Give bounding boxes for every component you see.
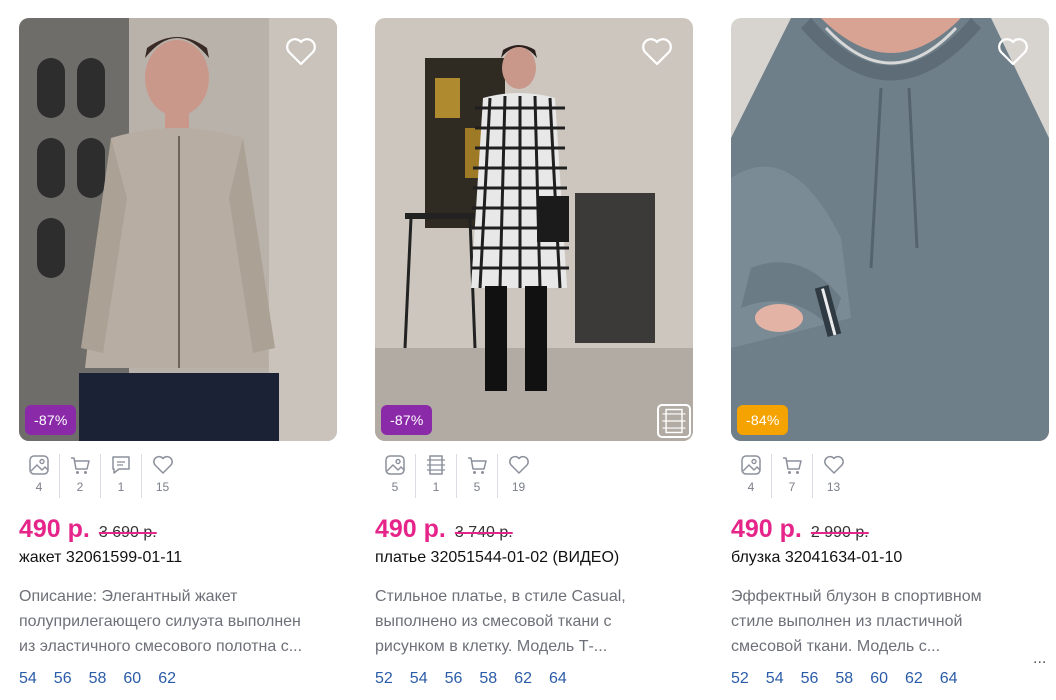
image-icon: [385, 455, 405, 475]
more-sizes-ellipsis[interactable]: ...: [1033, 650, 1046, 668]
photos-count: 4: [747, 480, 755, 494]
size-option[interactable]: 56: [801, 670, 819, 688]
heart-outline-icon: [152, 455, 173, 474]
size-list: 52 54 56 58 60 62 64: [731, 670, 975, 688]
discount-badge: -87%: [25, 405, 77, 435]
film-icon: [427, 455, 445, 475]
product-title[interactable]: платье 32051544-01-02 (ВИДЕО): [375, 549, 619, 567]
size-option[interactable]: 58: [479, 670, 497, 688]
price-row: 490 р. 2 990 р.: [731, 515, 869, 544]
likes-stat[interactable]: 13: [813, 454, 854, 498]
size-option[interactable]: 62: [905, 670, 923, 688]
likes-count: 13: [826, 480, 841, 494]
description-line: смесовой ткани. Модель с...: [731, 638, 941, 655]
heart-icon[interactable]: [285, 36, 317, 68]
product-title[interactable]: блузка 32041634-01-10: [731, 549, 902, 567]
description-line: Эффектный блузон в спортивном: [731, 588, 982, 605]
description-line: Описание: Элегантный жакет: [19, 588, 238, 605]
product-card[interactable]: -87% 4 2 1 15 490 р. 3 690 р. жакет 3206…: [19, 18, 337, 700]
discount-badge: -84%: [737, 405, 789, 435]
size-option[interactable]: 54: [410, 670, 428, 688]
likes-stat[interactable]: 19: [498, 454, 539, 498]
product-title[interactable]: жакет 32061599-01-11: [19, 549, 182, 567]
cart-icon: [468, 457, 487, 474]
size-option[interactable]: 62: [514, 670, 532, 688]
size-option[interactable]: 64: [940, 670, 958, 688]
product-photo[interactable]: -84%: [731, 18, 1049, 441]
size-option[interactable]: 56: [445, 670, 463, 688]
price-row: 490 р. 3 740 р.: [375, 515, 513, 544]
description-line: стиле выполнен из пластичной: [731, 613, 963, 630]
size-option[interactable]: 58: [835, 670, 853, 688]
photos-count: 5: [391, 480, 399, 494]
current-price: 490 р.: [375, 515, 446, 543]
old-price: 3 690 р.: [98, 524, 157, 541]
current-price: 490 р.: [19, 515, 90, 543]
description-line: полуприлегающего силуэта выполнен: [19, 613, 301, 630]
heart-outline-icon: [823, 455, 844, 474]
old-price: 3 740 р.: [454, 524, 513, 541]
cart-count: 5: [473, 480, 481, 494]
image-icon: [741, 455, 761, 475]
discount-badge: -87%: [381, 405, 433, 435]
cart-icon: [71, 457, 90, 474]
size-option[interactable]: 52: [731, 670, 749, 688]
current-price: 490 р.: [731, 515, 802, 543]
stats-bar: 4 2 1 15: [19, 454, 183, 498]
likes-stat[interactable]: 15: [142, 454, 183, 498]
size-option[interactable]: 60: [870, 670, 888, 688]
product-image-blouse: [731, 18, 1049, 441]
cart-icon: [783, 457, 802, 474]
heart-icon[interactable]: [997, 36, 1029, 68]
size-option[interactable]: 62: [158, 670, 176, 688]
cart-count: 7: [788, 480, 796, 494]
photos-stat[interactable]: 4: [19, 454, 60, 498]
stats-bar: 4 7 13: [731, 454, 854, 498]
product-card[interactable]: -87% 5 1 5 19 490 р. 3 740 р. платье 320…: [375, 18, 693, 700]
product-description: Описание: Элегантный жакет полуприлегающ…: [19, 584, 339, 659]
size-option[interactable]: 54: [766, 670, 784, 688]
description-line: из эластичного смесового полотна с...: [19, 638, 303, 655]
product-photo[interactable]: -87%: [375, 18, 693, 441]
photos-stat[interactable]: 4: [731, 454, 772, 498]
size-option[interactable]: 56: [54, 670, 72, 688]
stats-bar: 5 1 5 19: [375, 454, 539, 498]
video-icon[interactable]: [657, 404, 691, 438]
cart-stat[interactable]: 2: [60, 454, 101, 498]
likes-count: 15: [155, 480, 170, 494]
old-price: 2 990 р.: [810, 524, 869, 541]
photos-count: 4: [35, 480, 43, 494]
size-option[interactable]: 64: [549, 670, 567, 688]
product-image-jacket: [19, 18, 337, 441]
videos-count: 1: [432, 480, 440, 494]
likes-count: 19: [511, 480, 526, 494]
size-list: 52 54 56 58 62 64: [375, 670, 584, 688]
product-grid: -87% 4 2 1 15 490 р. 3 690 р. жакет 3206…: [0, 0, 1056, 700]
description-line: выполнено из смесовой ткани с: [375, 613, 612, 630]
size-option[interactable]: 52: [375, 670, 393, 688]
product-description: Стильное платье, в стиле Casual, выполне…: [375, 584, 695, 659]
image-icon: [29, 455, 49, 475]
product-image-dress: [375, 18, 693, 441]
photos-stat[interactable]: 5: [375, 454, 416, 498]
cart-stat[interactable]: 5: [457, 454, 498, 498]
comments-stat[interactable]: 1: [101, 454, 142, 498]
size-option[interactable]: 58: [89, 670, 107, 688]
description-line: Стильное платье, в стиле Casual,: [375, 588, 626, 605]
product-photo[interactable]: -87%: [19, 18, 337, 441]
heart-outline-icon: [508, 455, 529, 474]
product-card[interactable]: -84% 4 7 13 490 р. 2 990 р. блузка 32041…: [731, 18, 1049, 700]
heart-icon[interactable]: [641, 36, 673, 68]
product-description: Эффектный блузон в спортивном стиле выпо…: [731, 584, 1051, 659]
description-line: рисунком в клетку. Модель Т-...: [375, 638, 608, 655]
cart-stat[interactable]: 7: [772, 454, 813, 498]
price-row: 490 р. 3 690 р.: [19, 515, 157, 544]
cart-count: 2: [76, 480, 84, 494]
comments-count: 1: [117, 480, 125, 494]
comment-icon: [112, 456, 130, 474]
size-option[interactable]: 54: [19, 670, 37, 688]
size-list: 54 56 58 60 62: [19, 670, 193, 688]
videos-stat[interactable]: 1: [416, 454, 457, 498]
size-option[interactable]: 60: [123, 670, 141, 688]
